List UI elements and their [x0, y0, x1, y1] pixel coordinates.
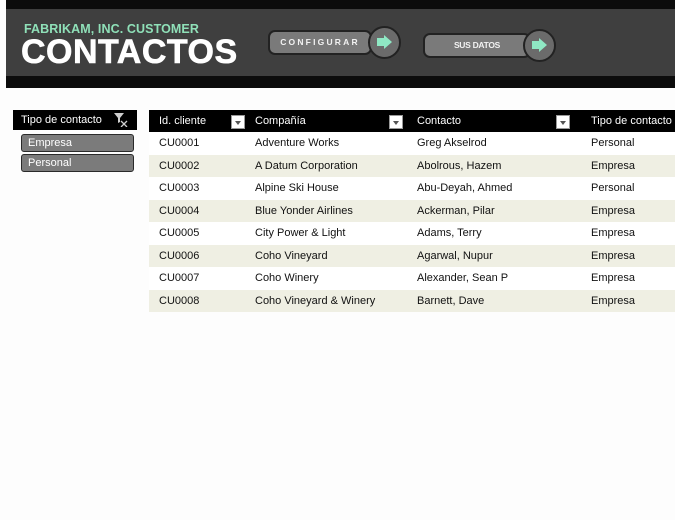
- cell-contact: Agarwal, Nupur: [407, 244, 581, 267]
- arrow-right-icon: [523, 29, 556, 62]
- cell-contact: Abolrous, Hazem: [407, 154, 581, 177]
- column-header-type: Tipo de contacto: [581, 110, 675, 132]
- cell-id: CU0008: [149, 289, 245, 312]
- cell-type: Empresa: [581, 154, 675, 177]
- cell-company: Coho Vineyard & Winery: [245, 289, 407, 312]
- column-header-company: Compañía: [245, 110, 407, 132]
- filter-dropdown-icon[interactable]: [231, 115, 245, 129]
- configurar-button[interactable]: CONFIGURAR: [268, 26, 401, 59]
- page-title: CONTACTOS: [21, 33, 238, 72]
- cell-type: Empresa: [581, 289, 675, 312]
- slicer-header: Tipo de contacto: [13, 110, 137, 130]
- table-row[interactable]: CU0002 A Datum Corporation Abolrous, Haz…: [149, 154, 675, 177]
- column-header-id: Id. cliente: [149, 110, 245, 132]
- clear-filter-icon[interactable]: [114, 113, 128, 134]
- cell-company: Coho Winery: [245, 267, 407, 290]
- cell-id: CU0003: [149, 177, 245, 200]
- sus-datos-button-label: SUS DATOS: [453, 40, 501, 50]
- column-header-label: Compañía: [255, 115, 306, 127]
- table-row[interactable]: CU0003 Alpine Ski House Abu-Deyah, Ahmed…: [149, 177, 675, 200]
- cell-id: CU0005: [149, 222, 245, 245]
- table-header-row: Id. cliente Compañía Contacto Tipo de co…: [149, 110, 675, 132]
- cell-contact: Barnett, Dave: [407, 289, 581, 312]
- contact-type-slicer: Tipo de contacto Empresa Personal: [13, 110, 137, 172]
- configurar-button-label: CONFIGURAR: [280, 37, 360, 47]
- cell-company: City Power & Light: [245, 222, 407, 245]
- cell-type: Empresa: [581, 222, 675, 245]
- slicer-item-empresa[interactable]: Empresa: [21, 134, 134, 152]
- cell-id: CU0004: [149, 199, 245, 222]
- sus-datos-button[interactable]: SUS DATOS: [423, 29, 556, 62]
- contacts-table: Id. cliente Compañía Contacto Tipo de co…: [149, 110, 675, 312]
- table-row[interactable]: CU0005 City Power & Light Adams, Terry E…: [149, 222, 675, 245]
- filter-dropdown-icon[interactable]: [556, 115, 570, 129]
- cell-contact: Alexander, Sean P: [407, 267, 581, 290]
- cell-type: Personal: [581, 132, 675, 155]
- cell-type: Empresa: [581, 199, 675, 222]
- cell-id: CU0002: [149, 154, 245, 177]
- cell-company: Alpine Ski House: [245, 177, 407, 200]
- column-header-label: Tipo de contacto: [591, 115, 672, 127]
- table-row[interactable]: CU0001 Adventure Works Greg Akselrod Per…: [149, 132, 675, 155]
- cell-id: CU0001: [149, 132, 245, 155]
- cell-contact: Greg Akselrod: [407, 132, 581, 155]
- cell-company: Blue Yonder Airlines: [245, 199, 407, 222]
- table-row[interactable]: CU0004 Blue Yonder Airlines Ackerman, Pi…: [149, 199, 675, 222]
- cell-type: Empresa: [581, 267, 675, 290]
- column-header-label: Id. cliente: [159, 115, 207, 127]
- table-row[interactable]: CU0007 Coho Winery Alexander, Sean P Emp…: [149, 267, 675, 290]
- arrow-right-icon: [368, 26, 401, 59]
- table-row[interactable]: CU0006 Coho Vineyard Agarwal, Nupur Empr…: [149, 244, 675, 267]
- cell-company: Adventure Works: [245, 132, 407, 155]
- slicer-title: Tipo de contacto: [21, 114, 102, 126]
- cell-type: Empresa: [581, 244, 675, 267]
- column-header-contact: Contacto: [407, 110, 581, 132]
- cell-company: A Datum Corporation: [245, 154, 407, 177]
- slicer-item-personal[interactable]: Personal: [21, 154, 134, 172]
- cell-contact: Ackerman, Pilar: [407, 199, 581, 222]
- cell-contact: Abu-Deyah, Ahmed: [407, 177, 581, 200]
- cell-company: Coho Vineyard: [245, 244, 407, 267]
- table-row[interactable]: CU0008 Coho Vineyard & Winery Barnett, D…: [149, 289, 675, 312]
- cell-id: CU0007: [149, 267, 245, 290]
- column-header-label: Contacto: [417, 115, 462, 127]
- cell-contact: Adams, Terry: [407, 222, 581, 245]
- cell-id: CU0006: [149, 244, 245, 267]
- cell-type: Personal: [581, 177, 675, 200]
- filter-dropdown-icon[interactable]: [389, 115, 403, 129]
